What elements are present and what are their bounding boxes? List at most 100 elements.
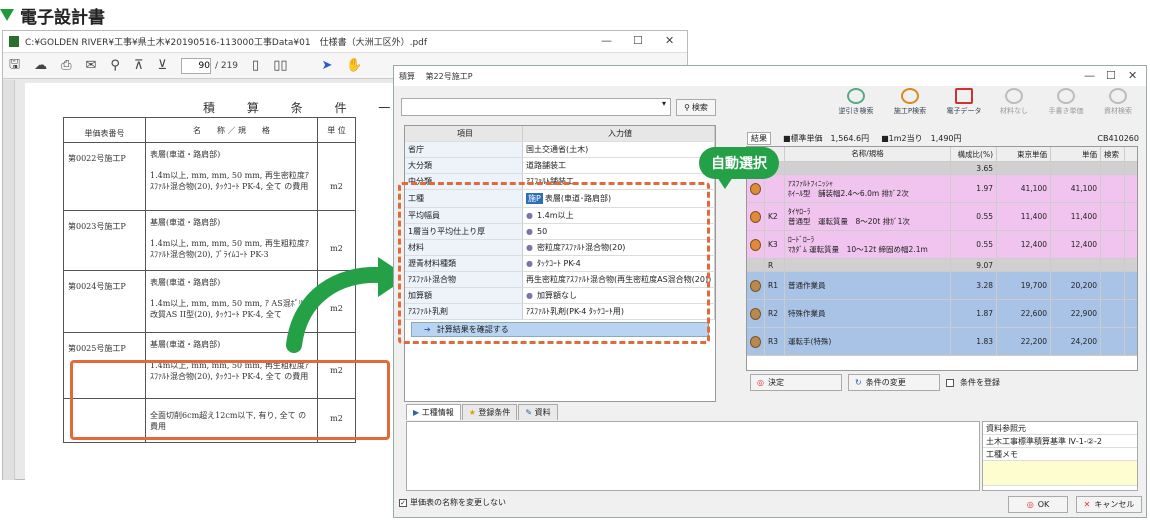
ok-button[interactable]: ◎ OK xyxy=(1008,496,1068,513)
name-line-1: 特殊作業員 xyxy=(788,308,826,318)
page-up-icon[interactable]: ⊼ xyxy=(134,58,144,73)
ok-icon: ◎ xyxy=(1026,500,1034,509)
page-header: 電子設計書 xyxy=(0,2,105,28)
keep-name-option: ✓ 単価表の名称を変更しない xyxy=(399,498,506,507)
upload-icon[interactable]: ☁ xyxy=(34,58,47,73)
grid-row[interactable]: 省庁 国土交通省(土木) xyxy=(405,142,715,158)
pen-icon: ✎ xyxy=(525,408,533,417)
change-conditions-button[interactable]: ↻ 条件の変更 xyxy=(848,374,940,391)
tab-materials[interactable]: ✎ 資料 xyxy=(518,404,558,420)
close-icon[interactable]: ✕ xyxy=(1128,69,1137,82)
breakdown-grid: 名称/規格 構成比(%) 東京単価 単価 検索 3.65 ｱｽﾌｧﾙﾄﾌｨﾆｯｼｬ… xyxy=(746,146,1138,371)
worker-icon xyxy=(750,307,761,320)
breakdown-row[interactable]: K2 ﾀｲﾔﾛｰﾗ 普通型 運転質量 8～20t 排ｶﾞ1次 0.55 11,400 11… xyxy=(747,203,1137,231)
name-line-1: 運転手(特殊) xyxy=(788,336,832,346)
name-line-2: 普通型 運転質量 8～20t 排ｶﾞ1次 xyxy=(788,216,910,226)
print-icon[interactable]: ⎙ xyxy=(61,58,71,73)
save-icon[interactable]: 🖫 xyxy=(9,55,20,77)
machine-icon xyxy=(750,182,761,195)
minimize-icon[interactable]: — xyxy=(1084,69,1095,82)
maximize-icon[interactable]: ☐ xyxy=(1106,69,1116,82)
row-code: 第0024号施工P xyxy=(63,270,146,333)
dialog-titlebar: 積算 第22号施工P — ☐ ✕ xyxy=(394,66,1146,86)
pdf-app-icon xyxy=(9,36,19,47)
page-total: / 219 xyxy=(214,60,239,71)
auto-select-callout: 自動選択 xyxy=(699,147,779,189)
close-icon[interactable]: ✕ xyxy=(665,34,674,47)
star-icon: ★ xyxy=(468,408,476,417)
decide-button[interactable]: ◎ 決定 xyxy=(750,374,842,391)
pdf-titlebar: C:¥GOLDEN RIVER¥工事¥県土木¥20190516-113000工事… xyxy=(3,31,687,53)
spec-search-button[interactable]: 施工P検索 xyxy=(884,88,936,118)
cancel-button[interactable]: ✕ キャンセル xyxy=(1076,496,1142,513)
row-name: 基層(車道・路肩部) xyxy=(150,218,221,227)
col-header-code: 単価表番号 xyxy=(63,117,146,143)
name-line-1: ｱｽﾌｧﾙﾄﾌｨﾆｯｼｬ xyxy=(788,178,833,188)
action-buttons: ◎ 決定 ↻ 条件の変更 条件を登録 xyxy=(750,374,1000,391)
keep-name-checkbox[interactable]: ✓ xyxy=(399,498,407,507)
reverse-search-button[interactable]: 逆引き検索 xyxy=(830,88,882,118)
grid-header-item: 項目 xyxy=(405,126,523,141)
mail-icon[interactable]: ✉ xyxy=(85,58,96,73)
page-title: 電子設計書 xyxy=(20,7,105,28)
breakdown-row[interactable]: ｱｽﾌｧﾙﾄﾌｨﾆｯｼｬ ﾎｲｰﾙ型 舗装幅2.4～6.0m 排ｶﾞ2次 1.97 4… xyxy=(747,175,1137,203)
search-button[interactable]: ⚲ 検索 xyxy=(676,99,716,116)
name-line-1: 普通作業員 xyxy=(788,280,826,290)
curved-arrow-icon xyxy=(286,257,408,353)
no-material-button[interactable]: 材料なし xyxy=(988,88,1040,118)
per-m2-price: ■1m2当り 1,490円 xyxy=(881,133,962,143)
worker-icon xyxy=(750,279,761,292)
select-cursor-icon[interactable]: ➤ xyxy=(322,58,333,73)
breakdown-row[interactable]: R3 運転手(特殊) 1.83 22,200 24,200 xyxy=(747,328,1137,356)
auto-selection-highlight xyxy=(398,182,710,344)
hand-tool-icon[interactable]: ✋ xyxy=(346,58,362,73)
register-checkbox[interactable] xyxy=(946,378,954,387)
target-icon: ◎ xyxy=(757,378,764,387)
breakdown-row[interactable]: R1 普通作業員 3.28 19,700 20,200 xyxy=(747,272,1137,300)
electronic-data-button[interactable]: 電子データ xyxy=(938,88,990,118)
register-label: 条件を登録 xyxy=(960,378,1000,387)
ref-value: 土木工事標準積算基準 Ⅳ-1-②-2 xyxy=(983,435,1137,448)
page-number-input[interactable] xyxy=(180,57,211,74)
row-code: 第0022号施工P xyxy=(63,142,146,211)
maximize-icon[interactable]: ☐ xyxy=(633,34,643,47)
row-desc: 1.4m以上, mm, mm, 50 mm, 再生密粒度ｱ ｽﾌｧﾙﾄ混合物(2… xyxy=(150,171,309,191)
worker-icon xyxy=(750,335,761,348)
name-line-1: ﾛｰﾄﾞﾛｰﾗ xyxy=(788,234,815,244)
breakdown-row[interactable]: R 9.07 xyxy=(747,259,1137,272)
page-down-icon[interactable]: ⊻ xyxy=(157,58,167,73)
ref-title: 資料参照元 xyxy=(983,422,1137,435)
name-line-1: ﾀｲﾔﾛｰﾗ xyxy=(788,206,811,216)
memo-field[interactable] xyxy=(983,461,1137,486)
minimize-icon[interactable]: — xyxy=(601,34,612,47)
material-search-button[interactable]: 資材検索 xyxy=(1092,88,1144,118)
grid-row[interactable]: 大分類 道路舗装工 xyxy=(405,158,715,174)
play-icon: ▶ xyxy=(413,408,420,417)
manual-price-button[interactable]: 手書き単価 xyxy=(1040,88,1092,118)
zoom-icon[interactable]: ⚲ xyxy=(110,58,120,73)
tab-content[interactable] xyxy=(406,421,980,491)
breakdown-row[interactable]: 3.65 xyxy=(747,162,1137,175)
breakdown-row[interactable]: R2 特殊作業員 1.87 22,600 22,900 xyxy=(747,300,1137,328)
triangle-icon xyxy=(0,9,14,21)
pdf-sidebar-handle[interactable] xyxy=(3,80,15,480)
tab-work-info[interactable]: ▶ 工種情報 xyxy=(406,404,461,420)
search-input[interactable]: ▾ xyxy=(401,98,671,116)
dialog-title: 積算 第22号施工P xyxy=(399,71,473,81)
two-page-icon[interactable]: ▯▯ xyxy=(273,58,287,73)
machine-icon xyxy=(750,210,761,223)
result-tab[interactable]: 結果 xyxy=(747,131,771,145)
col-header-name: 名 称 ／ 規 格 xyxy=(145,117,318,143)
refresh-icon: ↻ xyxy=(855,378,862,387)
single-page-icon[interactable]: ▯ xyxy=(252,58,259,73)
cancel-icon: ✕ xyxy=(1083,500,1091,509)
chevron-down-icon[interactable]: ▾ xyxy=(658,99,670,115)
grid-header-value: 入力値 xyxy=(523,126,715,141)
reference-panel: 資料参照元 土木工事標準積算基準 Ⅳ-1-②-2 工種メモ xyxy=(982,421,1138,491)
row-name: 表層(車道・路肩部) xyxy=(150,150,221,159)
tab-registered-conditions[interactable]: ★ 登録条件 xyxy=(461,404,518,420)
memo-label: 工種メモ xyxy=(983,448,1137,461)
breakdown-row[interactable]: K3 ﾛｰﾄﾞﾛｰﾗ ﾏｶﾀﾞﾑ 運転質量 10～12t 締固め幅2.1m 0.55 1… xyxy=(747,231,1137,259)
name-line-2: ﾎｲｰﾙ型 舗装幅2.4～6.0m 排ｶﾞ2次 xyxy=(788,188,909,198)
highlight-row-0025 xyxy=(70,360,390,440)
